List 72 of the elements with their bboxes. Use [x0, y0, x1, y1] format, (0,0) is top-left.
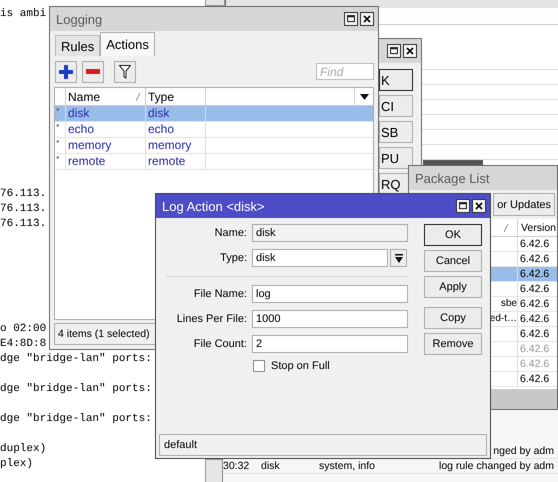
find-field[interactable]: Find — [316, 63, 374, 80]
terminal-line: 76.113. — [0, 187, 46, 202]
dialog-button[interactable]: Cancel — [424, 250, 482, 272]
field-label: Type: — [219, 252, 247, 264]
column-header[interactable]: Name — [68, 90, 100, 104]
dialog-button[interactable]: Copy — [424, 307, 482, 329]
terminal-line: o 02:00 — [0, 322, 46, 337]
terminal-line: plex) — [0, 457, 34, 472]
window-title: Package List — [415, 170, 490, 186]
field-label: File Name: — [192, 288, 247, 300]
table-row[interactable]: * remote remote — [55, 154, 373, 170]
table-cell-text: disk — [261, 459, 281, 474]
table-cell-text: system, info — [319, 459, 376, 474]
close-icon[interactable] — [472, 199, 486, 213]
input-field[interactable]: 2 — [252, 335, 408, 353]
window-button[interactable]: K — [379, 69, 413, 91]
checkbox[interactable] — [253, 360, 265, 372]
dialog-button[interactable]: Remove — [424, 333, 482, 355]
terminal-line: 76.113. — [0, 217, 46, 232]
remove-button[interactable] — [82, 60, 104, 82]
close-icon[interactable] — [360, 12, 374, 26]
table-cell-text: log rule changed by adm — [438, 459, 555, 474]
input-field[interactable]: log — [252, 285, 408, 303]
scrollbar[interactable] — [205, 459, 223, 482]
input-field[interactable]: 1000 — [252, 310, 408, 328]
maximize-icon[interactable] — [456, 199, 470, 213]
tab[interactable]: Actions — [100, 32, 155, 56]
filter-button[interactable] — [114, 60, 136, 82]
maximize-icon[interactable] — [387, 44, 401, 58]
status-text: default — [164, 439, 198, 451]
scrollbar[interactable] — [205, 0, 225, 6]
window-button[interactable]: SB — [379, 121, 413, 143]
dialog-button[interactable]: Apply — [424, 276, 482, 298]
add-button[interactable] — [55, 60, 77, 82]
sort-icon — [503, 224, 509, 232]
name-field[interactable]: disk — [252, 224, 408, 242]
checkbox-label: Stop on Full — [271, 360, 330, 372]
table-row[interactable]: * disk disk — [55, 106, 373, 122]
table-cell-text: nged by adm — [492, 444, 555, 459]
table-row[interactable]: * memory memory — [55, 138, 373, 154]
terminal-line: dge "bridge-lan" ports: — [0, 412, 152, 427]
minus-icon — [86, 69, 100, 74]
plus-icon — [59, 64, 73, 78]
sort-icon — [135, 92, 141, 100]
dropdown-arrow-icon — [394, 254, 402, 262]
window-title: Log Action <disk> — [162, 198, 266, 214]
terminal-line: is ambi — [0, 7, 46, 22]
maximize-icon[interactable] — [344, 12, 358, 26]
dropdown-arrow-icon[interactable] — [360, 94, 368, 100]
close-icon[interactable] — [403, 44, 417, 58]
column-header[interactable]: Version — [518, 219, 557, 236]
status-text: 4 items (1 selected) — [58, 328, 150, 340]
window-button[interactable]: PU — [379, 147, 413, 169]
tab[interactable]: Rules — [55, 35, 100, 56]
terminal-line: dge "bridge-lan" ports: — [0, 382, 152, 397]
terminal-line: duplex) — [0, 442, 46, 457]
dropdown-button[interactable] — [390, 249, 407, 267]
column-header[interactable]: Type — [146, 88, 206, 105]
table-cell-text: 30:32 — [223, 459, 250, 474]
table-row[interactable]: * echo echo — [55, 122, 373, 138]
window-button[interactable]: CI — [379, 95, 413, 117]
check-updates-button[interactable]: or Updates — [493, 193, 555, 216]
filter-icon — [119, 64, 131, 78]
terminal-line: E4:8D:8 — [0, 337, 46, 352]
terminal-line: 76.113. — [0, 202, 46, 217]
terminal-line: dge "bridge-lan" ports: — [0, 352, 152, 367]
window-title: Logging — [56, 12, 104, 26]
field-label: Name: — [214, 227, 247, 239]
field-label: File Count: — [192, 338, 247, 350]
field-label: Lines Per File: — [176, 313, 247, 325]
dialog-button[interactable]: OK — [424, 224, 482, 246]
type-dropdown[interactable]: disk — [252, 249, 388, 267]
